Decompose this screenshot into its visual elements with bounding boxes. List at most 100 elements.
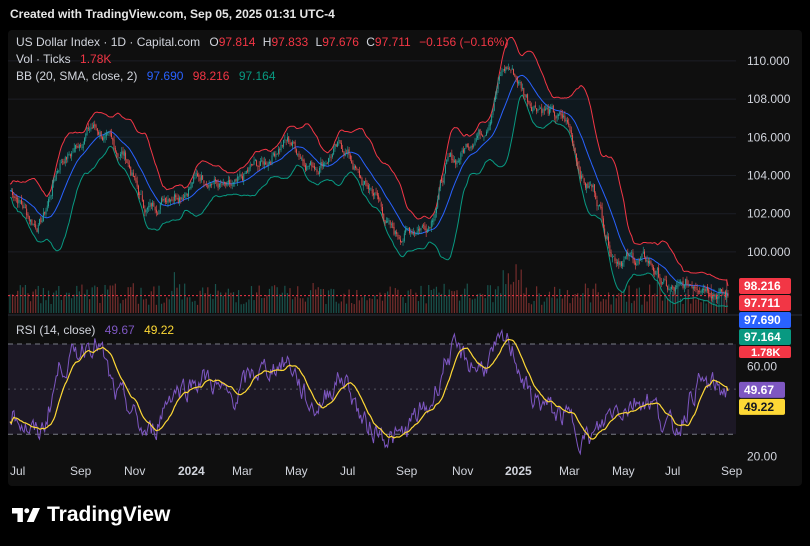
candle-body: [337, 141, 338, 147]
volume-bar: [582, 293, 584, 313]
candle-body: [710, 296, 712, 299]
candle-body: [102, 137, 103, 141]
candle-body: [626, 252, 627, 257]
candle-body: [184, 195, 186, 198]
candle-body: [411, 231, 413, 235]
volume-bar: [112, 285, 114, 313]
candle-body: [117, 153, 119, 157]
candle-body: [398, 237, 400, 239]
legend-volume-line[interactable]: Vol · Ticks 1.78K: [16, 52, 111, 66]
candle-body: [668, 288, 670, 291]
candle-body: [622, 263, 624, 267]
candle-body: [649, 260, 651, 264]
volume-bar: [325, 303, 327, 313]
chart-frame[interactable]: 100.000 102.000 104.000 106.000 108.000 110.0…: [8, 30, 802, 486]
candle-body: [658, 267, 660, 278]
candle-body: [606, 236, 608, 239]
candle-body: [509, 68, 511, 70]
candle-body: [540, 108, 541, 109]
price-chart[interactable]: 100.000 102.000 104.000 106.000 108.000 110.0…: [8, 30, 802, 486]
candle-body: [216, 179, 218, 183]
candle-body: [367, 185, 369, 190]
volume-bar: [24, 284, 27, 313]
candle-body: [188, 189, 189, 197]
candle-body: [699, 291, 701, 292]
bb-label[interactable]: BB (20, SMA, close, 2): [16, 69, 137, 83]
candle-body: [145, 210, 147, 213]
candle-body: [640, 257, 642, 260]
volume-label[interactable]: Vol · Ticks: [16, 52, 71, 66]
legend-rsi-line[interactable]: RSI (14, close) 49.67 49.22: [16, 323, 174, 337]
rsi-label[interactable]: RSI (14, close): [16, 323, 95, 337]
volume-bar: [374, 295, 376, 313]
price-badge-label: 97.711: [744, 296, 780, 310]
volume-bar: [268, 288, 271, 313]
candle-body: [701, 288, 703, 293]
volume-bar: [171, 290, 173, 313]
candle-body: [543, 109, 545, 111]
volume-bar: [417, 301, 420, 313]
close-label: C: [366, 35, 375, 49]
volume-bar: [682, 303, 684, 313]
candle-body: [27, 214, 29, 217]
candle-body: [687, 283, 689, 285]
candle-body: [653, 266, 654, 272]
candle-body: [222, 182, 224, 185]
candle-body: [46, 205, 48, 211]
candle-body: [93, 124, 94, 129]
volume-bar: [528, 302, 530, 313]
candle-body: [267, 162, 269, 167]
volume-bar: [276, 287, 278, 313]
volume-bar: [479, 293, 481, 313]
candle-body: [207, 184, 209, 189]
volume-bar: [89, 299, 91, 313]
candle-body: [126, 159, 128, 163]
candle-body: [143, 200, 145, 209]
volume-bar: [515, 264, 517, 313]
candle-body: [584, 182, 586, 188]
candle-body: [346, 152, 347, 154]
volume-bar: [476, 294, 479, 313]
candle-body: [583, 178, 585, 184]
volume-bar: [94, 285, 96, 313]
candle-body: [120, 154, 121, 157]
candle-body: [182, 197, 184, 199]
candle-body: [392, 222, 394, 228]
volume-bar: [523, 293, 525, 313]
candle-body: [239, 174, 241, 178]
candle-body: [195, 173, 197, 174]
candle-body: [450, 152, 452, 157]
tradingview-brand[interactable]: TradingView: [12, 503, 170, 527]
candle-body: [91, 127, 93, 129]
candle-body: [662, 282, 663, 284]
volume-bar: [227, 288, 229, 313]
candle-body: [276, 154, 278, 155]
candle-body: [641, 253, 643, 258]
symbol-title[interactable]: US Dollar Index · 1D · Capital.com: [16, 35, 200, 49]
candle-body: [129, 164, 130, 168]
legend-bb-line[interactable]: BB (20, SMA, close, 2) 97.690 98.216 97.…: [16, 69, 276, 83]
candle-body: [536, 108, 538, 112]
volume-bar: [651, 295, 653, 313]
candle-body: [326, 163, 328, 164]
candle-body: [604, 228, 606, 235]
volume-bar: [613, 294, 615, 313]
volume-bar: [258, 285, 260, 313]
candle-body: [121, 151, 123, 155]
candle-body: [460, 153, 462, 160]
candle-body: [358, 170, 360, 177]
candle-body: [451, 153, 453, 161]
volume-bar: [602, 298, 605, 313]
candle-body: [320, 162, 322, 169]
candle-body: [696, 288, 698, 290]
legend-symbol-line[interactable]: US Dollar Index · 1D · Capital.com O97.8…: [16, 35, 508, 49]
candle-body: [179, 197, 180, 202]
candle-body: [582, 176, 584, 178]
candle-body: [18, 199, 20, 204]
volume-bar: [65, 292, 68, 313]
candle-body: [63, 161, 65, 164]
volume-bar: [566, 290, 569, 313]
volume-bar: [184, 283, 186, 313]
candle-body: [703, 288, 705, 290]
high-value: 97.833: [271, 35, 308, 49]
